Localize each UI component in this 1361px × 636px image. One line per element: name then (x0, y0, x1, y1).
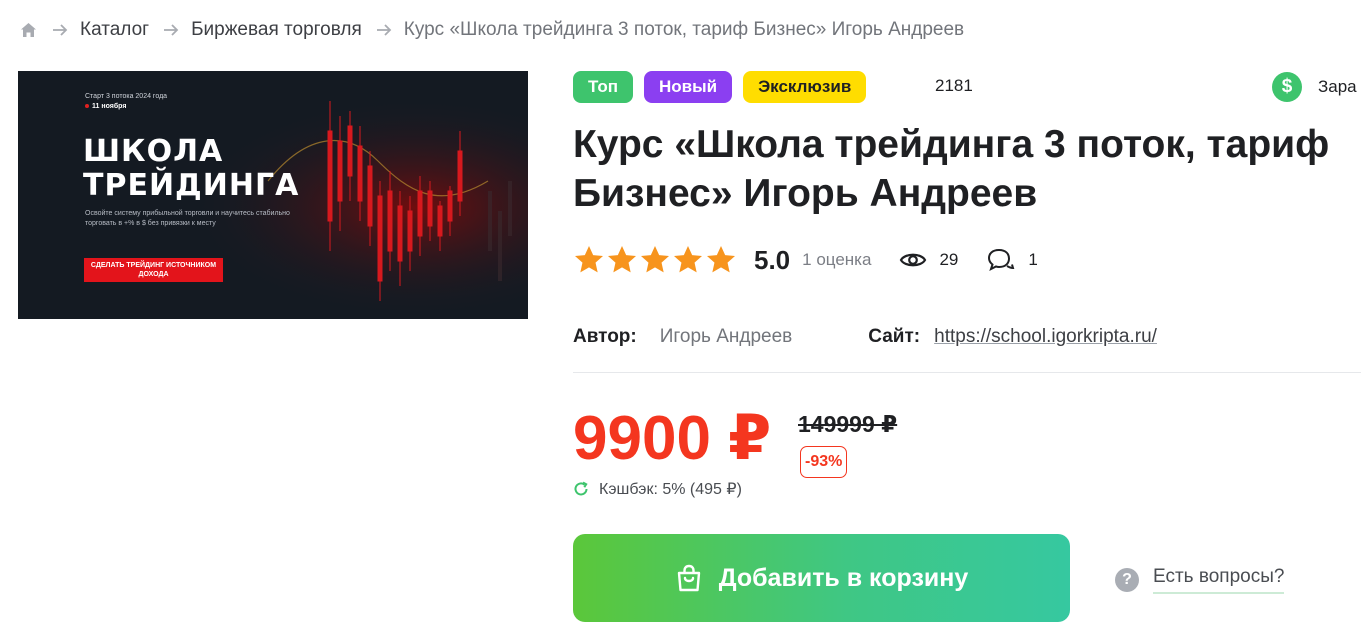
star-icon (707, 246, 735, 273)
views-count: 29 (939, 250, 959, 269)
add-to-cart-label: Добавить в корзину (718, 563, 969, 592)
badge-top[interactable]: Топ (573, 71, 633, 103)
comments-icon (988, 248, 1015, 271)
star-icon (641, 246, 669, 273)
banner-cta: СДЕЛАТЬ ТРЕЙДИНГ ИСТОЧНИКОМ ДОХОДА (84, 258, 223, 282)
arrow-right-icon (52, 23, 68, 37)
earn-link[interactable]: $ Зара (1272, 72, 1357, 102)
banner-date: 11 ноября (85, 103, 126, 110)
product-title: Курс «Школа трейдинга 3 поток, тариф Биз… (573, 123, 1330, 215)
top-count: 2181 (935, 76, 973, 95)
breadcrumb-catalog[interactable]: Каталог (80, 19, 149, 41)
home-icon[interactable] (18, 20, 38, 40)
banner-title-line2: ТРЕЙДИНГА (83, 168, 300, 203)
badge-new[interactable]: Новый (643, 71, 733, 103)
site-label: Сайт: (868, 326, 921, 347)
badges: Топ Новый Эксклюзив (573, 71, 877, 103)
breadcrumb-current: Курс «Школа трейдинга 3 поток, тариф Биз… (403, 19, 965, 40)
badge-exclusive[interactable]: Эксклюзив (743, 71, 867, 103)
rating-count[interactable]: 1 оценка (802, 250, 871, 270)
breadcrumb-exchange-trading[interactable]: Биржевая торговля (191, 19, 362, 41)
rating-stars[interactable] (573, 244, 738, 276)
star-icon (674, 246, 702, 273)
add-to-cart-button[interactable]: Добавить в корзину (573, 534, 1070, 622)
banner-title-line1: ШКОЛА (83, 134, 224, 169)
eye-icon (900, 253, 927, 267)
comments-count: 1 (1028, 250, 1038, 269)
dollar-icon: $ (1272, 72, 1302, 102)
product-image[interactable]: Старт 3 потока 2024 года 11 ноября ШКОЛА… (18, 71, 528, 319)
arrow-right-icon (163, 23, 179, 37)
rating-row: 5.0 1 оценка 29 1 (573, 240, 1038, 280)
refresh-icon (574, 481, 588, 496)
site-link[interactable]: https://school.igorkripta.ru/ (934, 326, 1157, 348)
current-price: 9900 ₽ (573, 404, 772, 473)
questions-link[interactable]: ? Есть вопросы? (1115, 566, 1285, 594)
star-icon (575, 246, 603, 273)
earn-label: Зара (1318, 77, 1357, 96)
question-icon: ? (1115, 568, 1139, 592)
star-icon (608, 246, 636, 273)
author-label: Автор: (573, 326, 637, 347)
comments-stat[interactable]: 1 (986, 247, 1038, 273)
banner-start-text: Старт 3 потока 2024 года (85, 93, 168, 100)
discount-badge: -93% (800, 446, 848, 478)
divider (573, 372, 1361, 373)
questions-label: Есть вопросы? (1153, 566, 1285, 594)
breadcrumb: Каталог Биржевая торговля Курс «Школа тр… (18, 18, 964, 42)
rating-value: 5.0 (754, 244, 791, 275)
old-price: 149999 ₽ (798, 411, 898, 437)
product-meta: Автор: Игорь Андреев Сайт: https://schoo… (573, 323, 1157, 351)
views-stat: 29 (899, 250, 958, 270)
cashback-text: Кэшбэк: 5% (495 ₽) (599, 481, 742, 498)
author-name[interactable]: Игорь Андреев (660, 326, 793, 348)
shopping-bag-icon (677, 564, 700, 592)
cashback: Кэшбэк: 5% (495 ₽) (573, 479, 742, 499)
banner-description: Освойте систему прибыльной торговли и на… (85, 210, 290, 227)
arrow-right-icon (376, 23, 392, 37)
